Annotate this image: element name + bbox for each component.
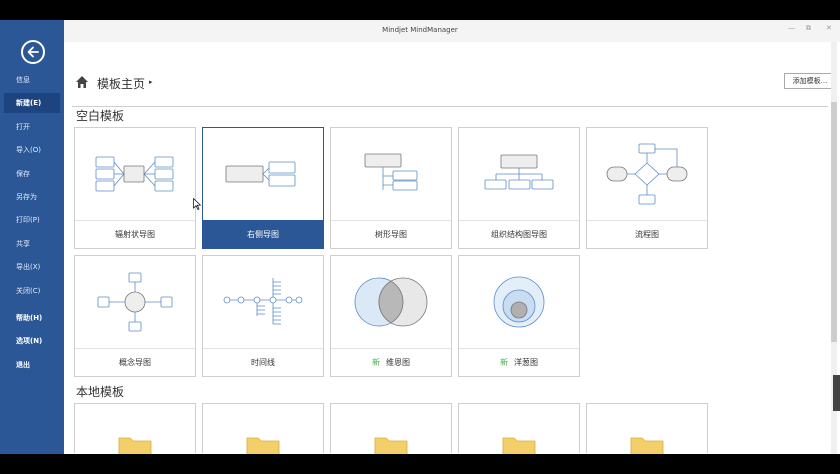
sidebar-item-import[interactable]: 导入(O) — [0, 140, 64, 160]
local-template-folder[interactable] — [202, 403, 324, 454]
concept-map-thumbnail — [75, 256, 195, 348]
template-card-timeline[interactable]: 时间线 — [202, 255, 324, 377]
sidebar-item-close[interactable]: 关闭(C) — [0, 281, 64, 301]
template-label: 概念导图 — [75, 348, 195, 376]
timeline-thumbnail — [203, 256, 323, 348]
local-template-folder[interactable] — [586, 403, 708, 454]
template-card-right-map[interactable]: 右侧导图 — [202, 127, 324, 249]
template-card-onion[interactable]: 新洋葱图 — [458, 255, 580, 377]
sidebar-item-share[interactable]: 共享 — [0, 234, 64, 254]
template-card-tree[interactable]: 树形导图 — [330, 127, 452, 249]
main-panel: 模板主页 ▸ 添加模板... 空白模板 辐射状导图 右侧导图 树形导图 组织结构… — [64, 42, 840, 454]
org-chart-thumbnail — [459, 128, 579, 220]
app-title: Mindjet MindManager — [382, 26, 458, 34]
flowchart-thumbnail — [587, 128, 707, 220]
local-template-folder[interactable] — [330, 403, 452, 454]
template-label-text: 洋葱图 — [514, 358, 538, 367]
section-title-local: 本地模板 — [76, 385, 125, 399]
edge-tab — [833, 375, 840, 411]
header-divider — [72, 106, 828, 107]
onion-diagram-thumbnail — [459, 256, 579, 348]
local-template-folder[interactable] — [74, 403, 196, 454]
venn-diagram-thumbnail — [331, 256, 451, 348]
folder-icon — [118, 437, 152, 454]
breadcrumb[interactable]: 模板主页 — [97, 75, 145, 92]
new-badge: 新 — [372, 358, 380, 367]
local-template-folder[interactable] — [458, 403, 580, 454]
sidebar-item-info[interactable]: 信息 — [0, 70, 64, 90]
radial-map-thumbnail — [75, 128, 195, 220]
template-card-venn[interactable]: 新维恩图 — [330, 255, 452, 377]
folder-icon — [502, 437, 536, 454]
letterbox-top — [0, 0, 840, 20]
right-map-thumbnail — [203, 128, 323, 220]
sidebar-item-options[interactable]: 选项(N) — [0, 331, 64, 351]
sidebar-item-export[interactable]: 导出(X) — [0, 257, 64, 277]
add-template-button[interactable]: 添加模板... — [784, 73, 836, 89]
template-label: 辐射状导图 — [75, 220, 195, 248]
sidebar-item-save[interactable]: 保存 — [0, 164, 64, 184]
new-badge: 新 — [500, 358, 508, 367]
template-label: 时间线 — [203, 348, 323, 376]
section-title-blank: 空白模板 — [76, 109, 125, 123]
sidebar-item-exit[interactable]: 退出 — [0, 355, 64, 375]
template-label: 右侧导图 — [203, 220, 323, 248]
scrollbar-thumb[interactable] — [831, 102, 837, 342]
backstage-sidebar: 信息 新建(E) 打开 导入(O) 保存 另存为 打印(P) 共享 导出(X) … — [0, 20, 64, 454]
back-button[interactable] — [21, 40, 45, 64]
minimize-button[interactable]: — — [788, 24, 795, 32]
folder-icon — [374, 437, 408, 454]
sidebar-item-print[interactable]: 打印(P) — [0, 210, 64, 230]
arrow-left-icon — [27, 46, 39, 58]
sidebar-item-help[interactable]: 帮助(H) — [0, 308, 64, 328]
template-label: 组织结构图导图 — [459, 220, 579, 248]
template-label: 树形导图 — [331, 220, 451, 248]
restore-button[interactable]: ⧉ — [806, 24, 811, 33]
sidebar-item-save-as[interactable]: 另存为 — [0, 187, 64, 207]
template-label-text: 维恩图 — [386, 358, 410, 367]
mouse-cursor-icon — [193, 198, 201, 210]
sidebar-item-open[interactable]: 打开 — [0, 117, 64, 137]
folder-icon — [246, 437, 280, 454]
template-label: 新洋葱图 — [459, 348, 579, 376]
template-card-radial[interactable]: 辐射状导图 — [74, 127, 196, 249]
close-button[interactable]: ✕ — [826, 24, 832, 32]
template-card-flowchart[interactable]: 流程图 — [586, 127, 708, 249]
template-card-concept-map[interactable]: 概念导图 — [74, 255, 196, 377]
template-card-org-chart[interactable]: 组织结构图导图 — [458, 127, 580, 249]
letterbox-bottom — [0, 454, 840, 474]
breadcrumb-arrow-icon: ▸ — [149, 78, 153, 86]
app-window: 信息 新建(E) 打开 导入(O) 保存 另存为 打印(P) 共享 导出(X) … — [0, 20, 840, 454]
sidebar-item-new[interactable]: 新建(E) — [4, 93, 60, 113]
title-bar: Mindjet MindManager — ⧉ ✕ — [64, 20, 840, 42]
tree-map-thumbnail — [331, 128, 451, 220]
home-icon[interactable] — [75, 75, 89, 89]
folder-icon — [630, 437, 664, 454]
template-label: 流程图 — [587, 220, 707, 248]
template-label: 新维恩图 — [331, 348, 451, 376]
